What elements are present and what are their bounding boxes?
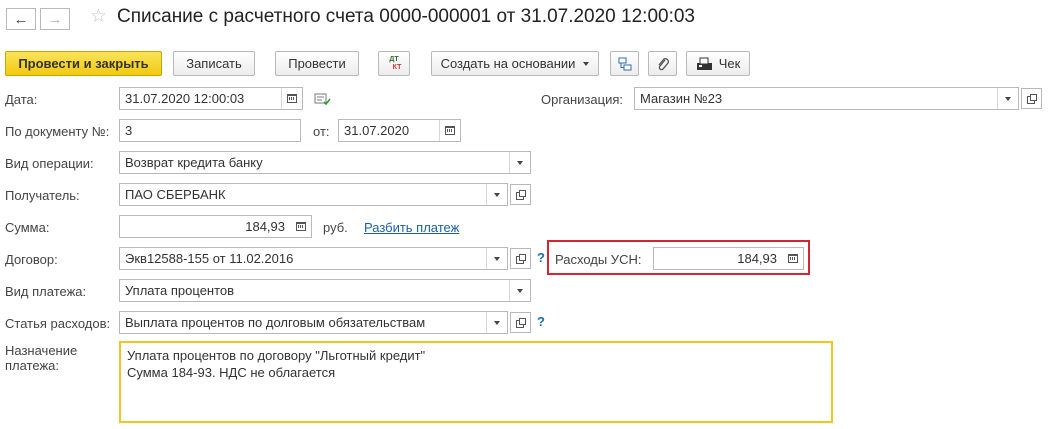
chevron-down-icon xyxy=(494,320,500,325)
split-payment-link[interactable]: Разбить платеж xyxy=(364,220,459,235)
usn-expenses-value: 184,93 xyxy=(737,251,777,266)
dt-kt-button[interactable]: ДТ КТ xyxy=(378,51,410,76)
usn-expenses-label: Расходы УСН: xyxy=(555,252,642,267)
create-based-on-label: Создать на основании xyxy=(440,56,576,71)
contract-open-button[interactable] xyxy=(510,248,531,269)
receipt-button[interactable]: Чек xyxy=(686,51,750,76)
open-icon xyxy=(516,318,526,328)
organization-dropdown-button[interactable] xyxy=(997,88,1018,109)
sum-value: 184,93 xyxy=(245,219,285,234)
doc-date-field[interactable]: 31.07.2020 xyxy=(338,119,461,142)
doc-number-input[interactable]: 3 xyxy=(119,119,301,142)
expense-item-open-button[interactable] xyxy=(510,312,531,333)
star-icon[interactable]: ☆ xyxy=(90,5,107,28)
chevron-down-icon xyxy=(583,61,590,66)
arrow-right-icon: → xyxy=(47,10,63,28)
structure-button[interactable] xyxy=(610,51,639,76)
document-check-icon[interactable] xyxy=(314,92,331,106)
doc-date-label: от: xyxy=(313,124,330,139)
operation-type-label: Вид операции: xyxy=(5,156,94,171)
expense-item-dropdown-button[interactable] xyxy=(486,312,507,333)
contract-dropdown-button[interactable] xyxy=(486,248,507,269)
recipient-dropdown-button[interactable] xyxy=(486,184,507,205)
operation-type-value: Возврат кредита банку xyxy=(125,155,263,170)
save-button[interactable]: Записать xyxy=(173,51,255,76)
open-icon xyxy=(516,254,526,264)
dt-icon: ДТ xyxy=(389,55,399,63)
payment-type-label: Вид платежа: xyxy=(5,284,87,299)
calendar-button[interactable] xyxy=(439,120,460,141)
recipient-field[interactable]: ПАО СБЕРБАНК xyxy=(119,183,508,206)
post-button[interactable]: Провести xyxy=(275,51,359,76)
organization-value: Магазин №23 xyxy=(640,91,723,106)
cash-register-icon xyxy=(696,57,712,70)
save-label: Записать xyxy=(186,56,242,71)
doc-number-value: 3 xyxy=(125,123,133,138)
back-button[interactable]: ← xyxy=(6,8,36,30)
purpose-label: Назначение платежа: xyxy=(5,343,78,373)
create-based-on-button[interactable]: Создать на основании xyxy=(431,51,599,76)
calculator-button[interactable] xyxy=(290,216,311,237)
receipt-label: Чек xyxy=(718,56,741,71)
expense-item-label: Статья расходов: xyxy=(5,316,111,331)
calendar-icon xyxy=(445,126,455,135)
calculator-icon xyxy=(295,222,306,231)
payment-type-select[interactable]: Уплата процентов xyxy=(119,279,531,302)
sum-input[interactable]: 184,93 xyxy=(119,215,312,238)
chevron-down-icon xyxy=(517,288,523,293)
organization-open-button[interactable] xyxy=(1021,88,1042,109)
calculator-button[interactable] xyxy=(782,248,803,269)
sum-label: Сумма: xyxy=(5,220,50,235)
calculator-icon xyxy=(787,254,798,263)
expense-item-field[interactable]: Выплата процентов по долговым обязательс… xyxy=(119,311,508,334)
date-label: Дата: xyxy=(5,92,38,107)
forward-button[interactable]: → xyxy=(40,8,70,30)
hierarchy-icon xyxy=(618,57,631,70)
recipient-value: ПАО СБЕРБАНК xyxy=(125,187,226,202)
open-icon xyxy=(516,190,526,200)
purpose-textarea[interactable]: Уплата процентов по договору "Льготный к… xyxy=(119,341,833,423)
post-label: Провести xyxy=(288,56,346,71)
payment-type-value: Уплата процентов xyxy=(125,283,235,298)
arrow-left-icon: ← xyxy=(13,10,29,28)
operation-type-select[interactable]: Возврат кредита банку xyxy=(119,151,531,174)
organization-label: Организация: xyxy=(541,92,624,107)
contract-label: Договор: xyxy=(5,252,58,267)
attach-button[interactable] xyxy=(648,51,677,76)
contract-help-icon[interactable]: ? xyxy=(537,250,545,265)
contract-field[interactable]: Экв12588-155 от 11.02.2016 xyxy=(119,247,508,270)
chevron-down-icon xyxy=(517,160,523,165)
contract-value: Экв12588-155 от 11.02.2016 xyxy=(125,251,294,266)
calendar-icon xyxy=(287,94,297,103)
doc-number-label: По документу №: xyxy=(5,124,110,139)
chevron-down-icon xyxy=(1005,96,1011,101)
post-and-close-label: Провести и закрыть xyxy=(18,56,149,71)
organization-field[interactable]: Магазин №23 xyxy=(634,87,1019,110)
date-field[interactable]: 31.07.2020 12:00:03 xyxy=(119,87,303,110)
page-title: Списание с расчетного счета 0000-000001 … xyxy=(117,6,695,27)
currency-label: руб. xyxy=(323,220,348,235)
post-and-close-button[interactable]: Провести и закрыть xyxy=(5,51,162,76)
calendar-button[interactable] xyxy=(281,88,302,109)
paperclip-icon xyxy=(658,57,669,70)
chevron-down-icon xyxy=(494,192,500,197)
expense-item-value: Выплата процентов по долговым обязательс… xyxy=(125,315,426,330)
kt-icon: КТ xyxy=(392,63,402,71)
open-icon xyxy=(1027,94,1037,104)
operation-type-dropdown-button[interactable] xyxy=(509,152,530,173)
recipient-label: Получатель: xyxy=(5,188,80,203)
expense-item-help-icon[interactable]: ? xyxy=(537,314,545,329)
date-value: 31.07.2020 12:00:03 xyxy=(125,91,245,106)
chevron-down-icon xyxy=(494,256,500,261)
recipient-open-button[interactable] xyxy=(510,184,531,205)
doc-date-value: 31.07.2020 xyxy=(344,123,410,138)
payment-type-dropdown-button[interactable] xyxy=(509,280,530,301)
usn-expenses-input[interactable]: 184,93 xyxy=(653,247,804,270)
